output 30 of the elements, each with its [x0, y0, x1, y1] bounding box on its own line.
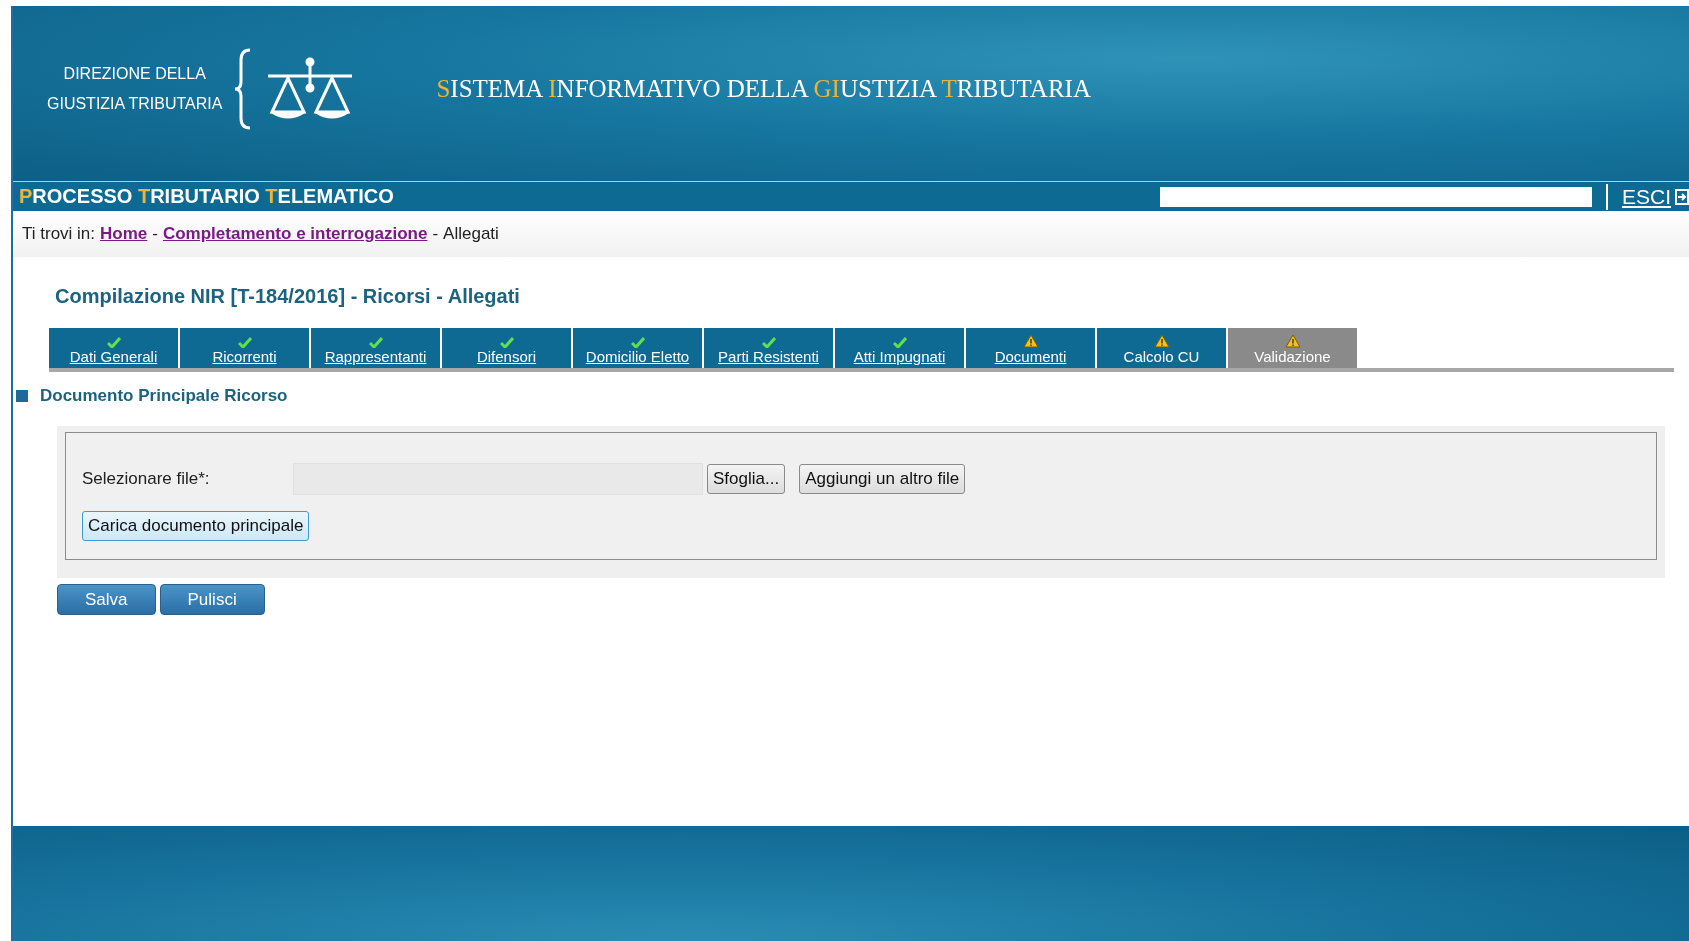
page-title: Compilazione NIR [T-184/2016] - Ricorsi - Allegati [55, 285, 521, 308]
step-tab[interactable]: Rappresentanti [311, 328, 442, 368]
step-tab[interactable]: Domicilio Eletto [573, 328, 704, 368]
section-title: Documento Principale Ricorso [40, 386, 288, 406]
step-tab[interactable]: Parti Resistenti [704, 328, 835, 368]
breadcrumb-separator: - [152, 224, 158, 244]
step-tab[interactable]: Ricorrenti [180, 328, 311, 368]
step-tab[interactable]: Dati Generali [49, 328, 180, 368]
exit-icon [1675, 188, 1689, 205]
breadcrumb-separator: - [432, 224, 439, 244]
breadcrumb-prefix: Ti trovi in: [22, 224, 96, 244]
step-tab[interactable]: Atti Impugnati [835, 328, 966, 368]
action-button[interactable]: Salva [57, 584, 156, 615]
add-file-button[interactable]: Aggiungi un altro file [799, 464, 966, 494]
step-tab[interactable]: Documenti [966, 328, 1097, 368]
breadcrumb-link[interactable]: Home [100, 224, 148, 244]
app-title: PROCESSO TRIBUTARIO TELEMATICO [19, 185, 395, 208]
section-bullet-icon [16, 390, 28, 402]
action-button[interactable]: Pulisci [159, 584, 265, 615]
upload-button[interactable]: Carica documento principale [82, 511, 310, 541]
step-tab[interactable]: Validazione [1228, 328, 1359, 368]
browse-button[interactable]: Sfoglia... [707, 464, 786, 494]
step-tab[interactable]: Calcolo CU [1097, 328, 1228, 368]
system-title: SISTEMA INFORMATIVO DELLA GIUSTIZIA TRIBUTARIA [436, 74, 1091, 103]
step-tab[interactable]: Difensori [442, 328, 573, 368]
breadcrumb-current: Allegati [443, 224, 499, 244]
organization-name: DIREZIONE DELLA GIUSTIZIA TRIBUTARIA [47, 63, 223, 114]
field-label: Selezionare file*: [82, 469, 211, 489]
breadcrumb-link[interactable]: Completamento e interrogazione [162, 224, 428, 244]
exit-link[interactable]: ESCI [1622, 184, 1689, 209]
